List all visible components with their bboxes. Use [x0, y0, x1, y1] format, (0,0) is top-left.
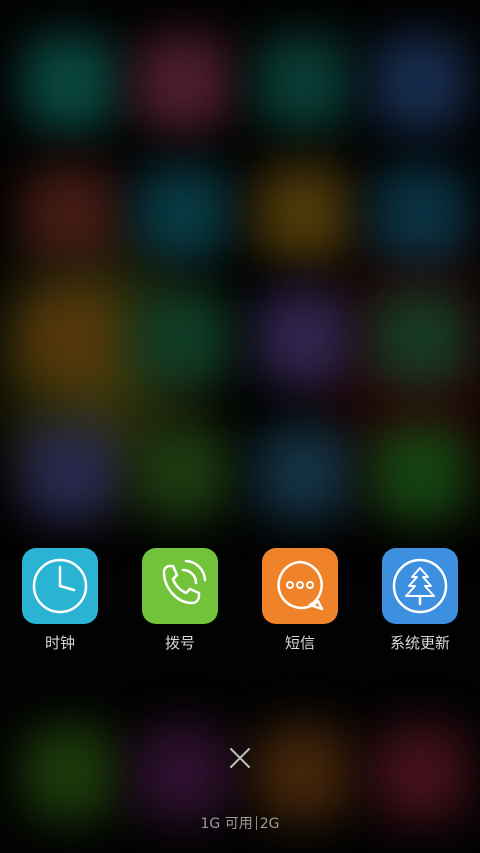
recent-app-messages[interactable]: 短信 — [252, 548, 348, 658]
memory-total: 2G — [259, 816, 280, 832]
blurred-background — [0, 0, 480, 853]
app-label: 短信 — [284, 634, 315, 652]
app-label: 拨号 — [164, 634, 195, 652]
clear-all-button[interactable] — [224, 742, 256, 774]
recent-app-system-update[interactable]: 系统更新 — [372, 548, 468, 658]
memory-status: 1G 可用 2G — [0, 815, 480, 833]
memory-divider — [255, 816, 257, 830]
message-icon — [262, 548, 338, 624]
memory-available: 1G 可用 — [200, 816, 253, 832]
recent-apps-row: 时钟 拨号 短信 系统更新 — [0, 548, 480, 658]
close-icon — [230, 748, 250, 768]
clock-icon — [22, 548, 98, 624]
recent-app-dialer[interactable]: 拨号 — [132, 548, 228, 658]
app-label: 系统更新 — [389, 634, 450, 652]
phone-icon — [142, 548, 218, 624]
recent-app-clock[interactable]: 时钟 — [12, 548, 108, 658]
recent-apps-screen: 时钟 拨号 短信 系统更新 1G 可用 2G — [0, 0, 480, 853]
update-tree-icon — [382, 548, 458, 624]
app-label: 时钟 — [44, 634, 75, 652]
